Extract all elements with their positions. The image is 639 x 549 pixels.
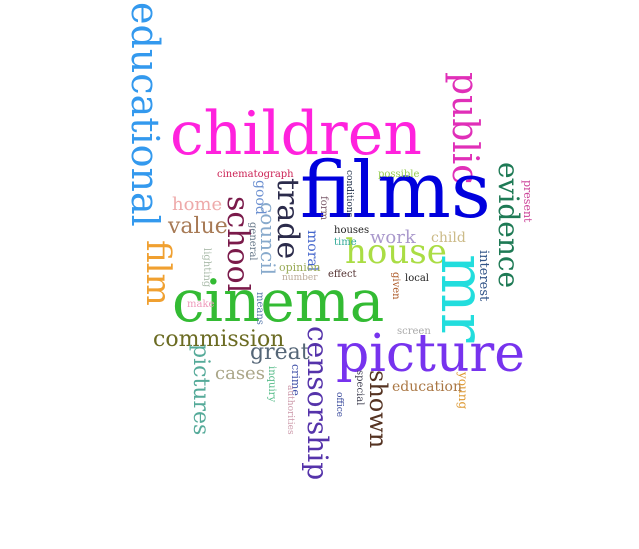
word-shown: shown [364,370,392,449]
word-cases: cases [215,363,265,384]
word-home: home [172,194,223,215]
word-censorship: censorship [301,326,334,481]
word-houses: houses [334,225,370,236]
word-make: make [187,299,215,310]
word-general: general [247,222,258,261]
word-office: office [334,392,344,418]
word-film: film [138,240,178,306]
word-present: present [521,180,534,223]
word-cloud: educational children public films eviden… [0,0,639,549]
word-special: special [354,370,365,406]
word-council: council [256,202,280,275]
word-work: work [370,227,416,248]
word-pictures: pictures [188,344,213,436]
word-child: child [431,230,466,246]
word-inquiry: inquiry [266,366,277,403]
word-number: local [405,273,429,284]
word-means: means [254,292,265,325]
word-authorities: authorities [285,385,295,435]
word-given: given [390,272,401,300]
word-conditions: conditions [344,170,354,218]
word-education: education [392,379,462,395]
word-educational: educational [123,2,167,227]
word-possible: possible [378,169,420,180]
word-time: time [334,237,357,248]
word-interest: interest [476,250,491,302]
word-value: value [168,214,228,239]
word-form: form [318,196,329,220]
